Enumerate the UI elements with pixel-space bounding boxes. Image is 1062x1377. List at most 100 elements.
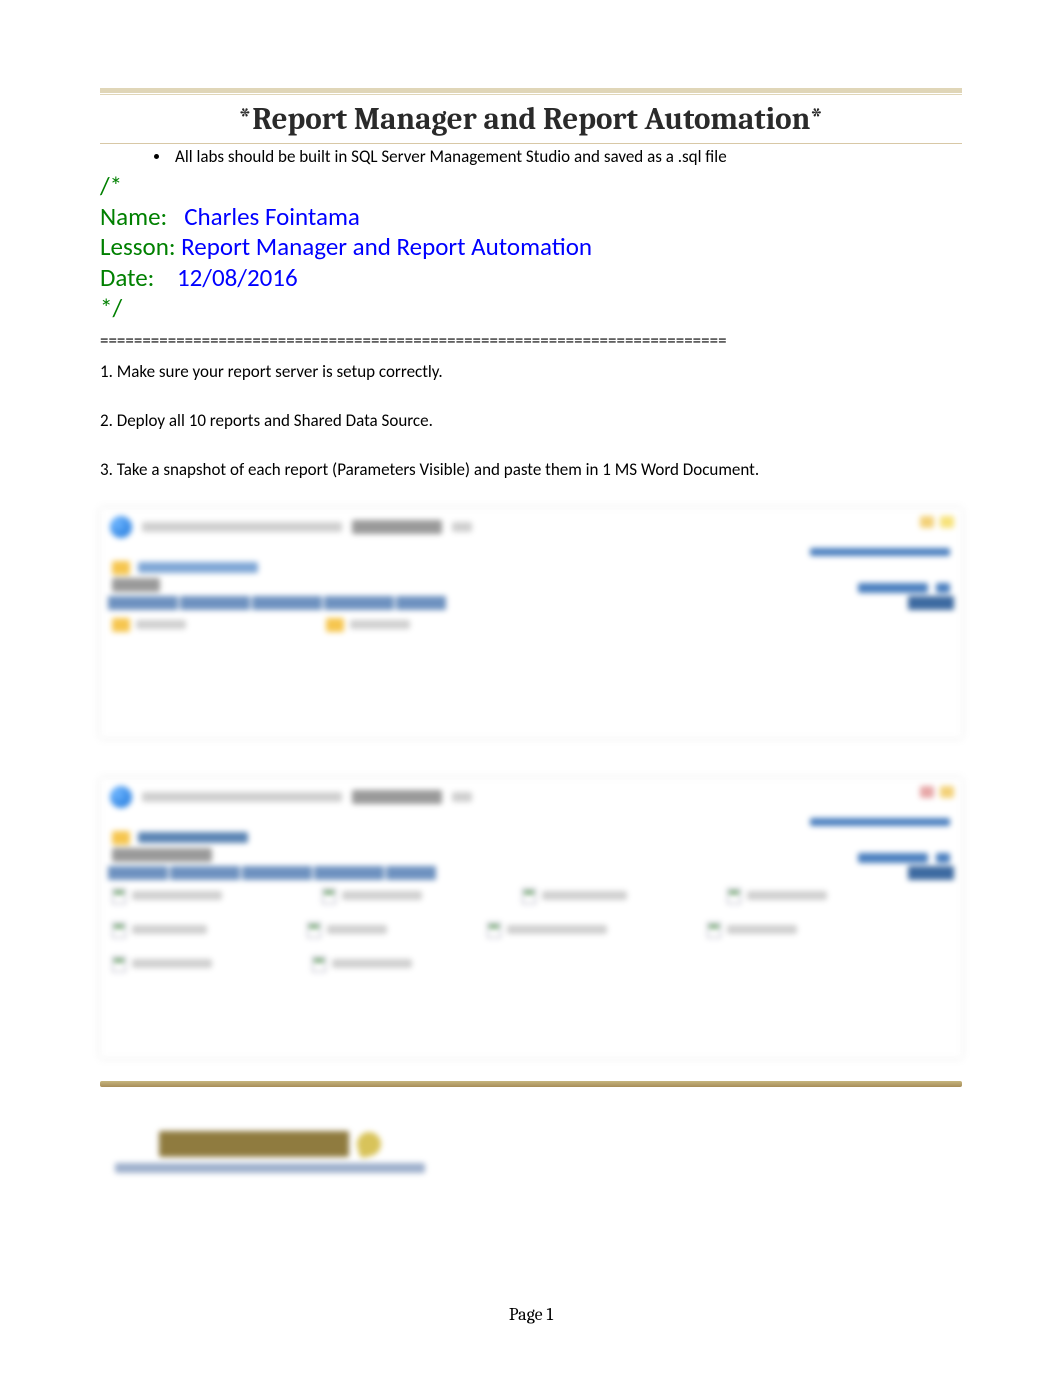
sql-open: /* xyxy=(100,171,962,202)
sql-date-value: 12/08/2016 xyxy=(177,262,298,293)
header-links xyxy=(810,818,950,826)
content-row xyxy=(112,922,950,938)
content-row xyxy=(112,956,950,972)
report-manager-screenshot-1 xyxy=(100,508,962,738)
window-icon xyxy=(920,786,934,798)
address-bar xyxy=(142,522,342,532)
report-item xyxy=(707,922,797,938)
step-3: 3. Take a snapshot of each report (Param… xyxy=(100,459,962,480)
report-item xyxy=(312,956,412,972)
action-tab xyxy=(108,596,178,610)
tab-divider xyxy=(452,792,472,802)
bullet-icon xyxy=(154,154,159,159)
action-bar xyxy=(100,866,962,880)
item-label xyxy=(727,925,797,934)
sql-lesson-label: Lesson: xyxy=(100,231,176,262)
equals-divider: ========================================… xyxy=(100,330,962,351)
report-item xyxy=(487,922,607,938)
sql-lesson-line: Lesson: Report Manager and Report Automa… xyxy=(100,232,962,263)
tab-divider xyxy=(452,522,472,532)
action-tab xyxy=(324,596,394,610)
logo-text-blur xyxy=(159,1131,349,1157)
folder-icon xyxy=(112,618,130,632)
page-heading-blur xyxy=(112,848,212,862)
heading-text xyxy=(112,848,212,862)
sql-date-line: Date: 12/08/2016 xyxy=(100,263,962,294)
window-controls xyxy=(920,516,954,528)
item-label xyxy=(132,891,222,900)
screenshots-container xyxy=(100,508,962,1058)
ie-icon xyxy=(110,516,132,538)
step-2: 2. Deploy all 10 reports and Shared Data… xyxy=(100,410,962,431)
breadcrumb xyxy=(112,561,258,575)
address-segment xyxy=(352,790,442,804)
toolbar-right xyxy=(858,853,950,863)
action-tab xyxy=(396,596,446,610)
folder-item xyxy=(326,618,410,632)
tool-item xyxy=(858,583,928,593)
item-label xyxy=(327,925,387,934)
window-icon xyxy=(920,516,934,528)
report-item xyxy=(112,956,212,972)
header-links xyxy=(810,548,950,556)
report-item xyxy=(322,888,422,904)
sql-comment-block: /* Name: Charles Fointama Lesson: Report… xyxy=(100,171,962,324)
report-item xyxy=(112,922,207,938)
heading-text xyxy=(112,578,160,592)
report-icon xyxy=(112,956,126,972)
tool-item xyxy=(936,853,950,863)
folder-item xyxy=(112,618,186,632)
tool-item xyxy=(858,853,928,863)
action-tab xyxy=(242,866,312,880)
intro-bullet-text: All labs should be built in SQL Server M… xyxy=(175,146,727,167)
report-manager-screenshot-2 xyxy=(100,778,962,1058)
page-heading-blur xyxy=(112,578,160,592)
item-label xyxy=(747,891,827,900)
report-item xyxy=(727,888,827,904)
window-icon xyxy=(940,516,954,528)
item-label xyxy=(507,925,607,934)
content-area xyxy=(112,888,950,1048)
report-icon xyxy=(312,956,326,972)
intro-bullet: All labs should be built in SQL Server M… xyxy=(100,146,962,167)
sql-lesson-value: Report Manager and Report Automation xyxy=(181,231,592,262)
breadcrumb xyxy=(112,831,248,845)
sql-close: */ xyxy=(100,293,962,324)
action-tab xyxy=(314,866,384,880)
folder-icon xyxy=(326,618,344,632)
logo-leaf-icon xyxy=(354,1129,383,1158)
folder-icon xyxy=(112,831,130,845)
action-tab xyxy=(170,866,240,880)
window-controls xyxy=(920,786,954,798)
item-label xyxy=(136,620,186,629)
report-icon xyxy=(707,922,721,938)
item-label xyxy=(332,959,412,968)
folder-icon xyxy=(112,561,130,575)
crumb-text xyxy=(138,832,248,843)
action-tab xyxy=(108,866,168,880)
action-tab xyxy=(386,866,436,880)
toolbar-right xyxy=(858,583,950,593)
item-label xyxy=(342,891,422,900)
item-label xyxy=(132,959,212,968)
footer-logo xyxy=(100,1117,440,1187)
footer-gold-rule xyxy=(100,1081,962,1087)
report-icon xyxy=(112,888,126,904)
action-bar xyxy=(100,596,962,610)
report-icon xyxy=(307,922,321,938)
top-thick-rule xyxy=(100,88,962,93)
item-label xyxy=(132,925,207,934)
logo-main xyxy=(159,1131,381,1157)
browser-header xyxy=(110,786,472,808)
action-tab xyxy=(252,596,322,610)
page-title: *Report Manager and Report Automation* xyxy=(100,95,962,143)
report-item xyxy=(307,922,387,938)
address-segment xyxy=(352,520,442,534)
item-label xyxy=(350,620,410,629)
tool-item xyxy=(936,583,950,593)
link-bar xyxy=(810,548,950,556)
browser-header xyxy=(110,516,472,538)
crumb-text xyxy=(138,562,258,573)
logo-tagline-blur xyxy=(115,1163,425,1173)
report-icon xyxy=(727,888,741,904)
